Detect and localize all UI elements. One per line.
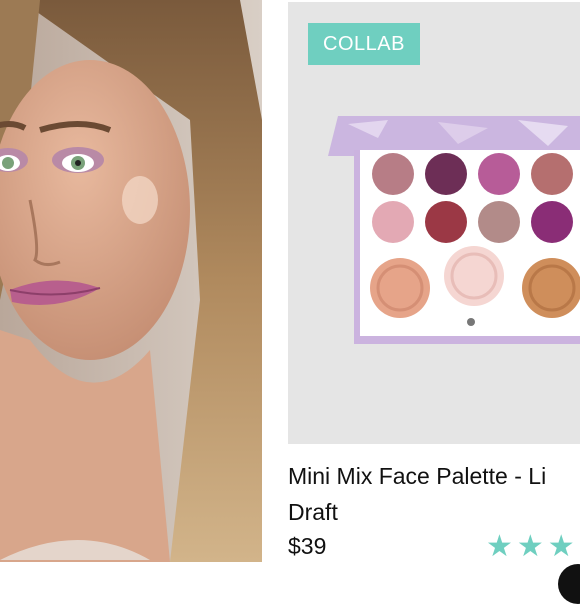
model-photo-illustration (0, 0, 262, 562)
face-palette-image (328, 116, 580, 344)
product-title-line-1: Mini Mix Face Palette - Li (288, 463, 547, 489)
product-title-line-2: Draft (288, 499, 338, 525)
product-price: $39 (288, 533, 327, 559)
product-image[interactable]: COLLAB (288, 2, 580, 444)
product-title[interactable]: Mini Mix Face Palette - Li Draft (288, 458, 580, 530)
product-card[interactable]: COLLAB Mini Mix Face Palette - Li Draft … (288, 0, 580, 580)
model-photo[interactable] (0, 0, 262, 562)
star-icon: ★★★ (486, 530, 579, 563)
collab-badge: COLLAB (308, 23, 420, 65)
